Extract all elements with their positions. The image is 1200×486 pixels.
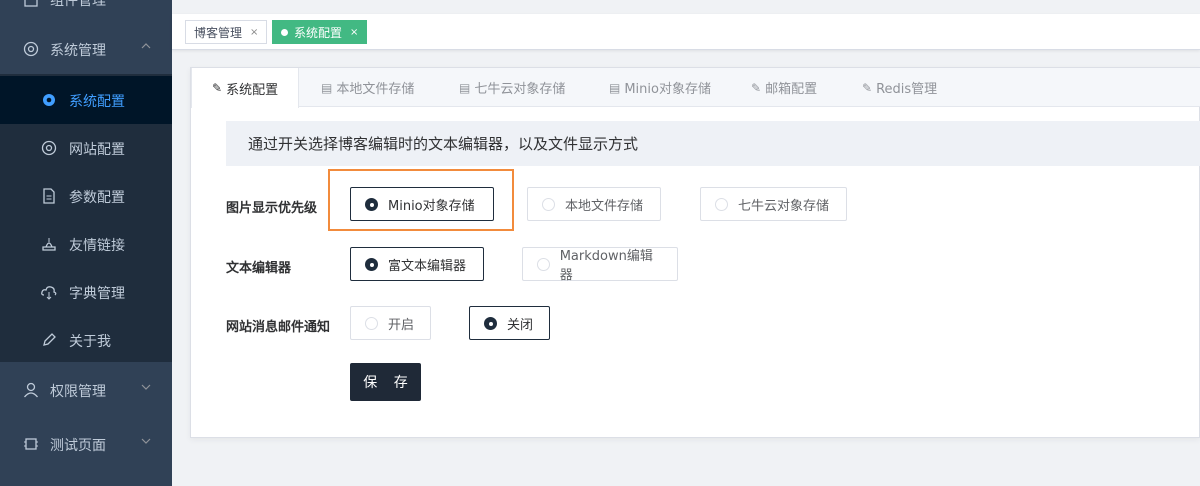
tab-email-config[interactable]: ✎ 邮箱配置 xyxy=(731,68,837,107)
tag-blog-mgmt[interactable]: 博客管理 × xyxy=(185,20,268,44)
gear-icon xyxy=(40,139,58,157)
sidebar-item-label: 网站配置 xyxy=(69,142,125,158)
chevron-down-icon xyxy=(140,435,152,451)
tab-label: 系统配置 xyxy=(226,82,279,98)
form-row-email-notify: 网站消息邮件通知 开启 关闭 xyxy=(226,306,1186,346)
sidebar-item-label: 关于我 xyxy=(69,334,111,350)
radio-unchecked-icon xyxy=(537,257,550,271)
sidebar-item-site-config[interactable]: 网站配置 xyxy=(0,124,172,172)
edit-icon: ✎ xyxy=(212,81,223,95)
chevron-down-icon xyxy=(140,381,152,397)
sidebar-item-component-mgmt[interactable]: 组件管理 xyxy=(0,0,172,14)
document-icon xyxy=(40,187,58,205)
radio-label: 七牛云对象存储 xyxy=(738,198,830,214)
form-label: 网站消息邮件通知 xyxy=(226,320,331,335)
gear-icon xyxy=(40,91,58,109)
sidebar-item-dict-mgmt[interactable]: 字典管理 xyxy=(0,268,172,316)
radio-label: 富文本编辑器 xyxy=(388,258,467,274)
user-icon xyxy=(22,381,40,399)
tab-label: 邮箱配置 xyxy=(765,82,818,97)
close-icon[interactable]: × xyxy=(350,27,358,38)
sidebar-item-label: 测试页面 xyxy=(50,438,106,454)
sidebar-item-permission-mgmt[interactable]: 权限管理 xyxy=(0,364,172,416)
sidebar-item-label: 系统管理 xyxy=(50,43,106,59)
form-row-editor: 文本编辑器 富文本编辑器 Markdown编辑器 xyxy=(226,247,1186,287)
highlight-annotation xyxy=(328,169,514,231)
chip-icon xyxy=(22,435,40,453)
tab-label: 七牛云对象存储 xyxy=(474,82,566,97)
sidebar-item-friend-links[interactable]: 友情链接 xyxy=(0,220,172,268)
sidebar-item-about-me[interactable]: 关于我 xyxy=(0,316,172,364)
config-card: ✎ 系统配置 ▤ 本地文件存储 ▤ 七牛云对象存储 ▤ Minio对象存储 ✎ … xyxy=(190,67,1200,438)
sidebar-item-system-mgmt[interactable]: 系统管理 xyxy=(0,24,172,74)
radio-checked-icon xyxy=(484,316,497,330)
radio-richtext[interactable]: 富文本编辑器 xyxy=(350,247,484,281)
tag-label: 系统配置 xyxy=(294,25,343,40)
radio-unchecked-icon xyxy=(542,197,555,211)
cloud-icon xyxy=(40,283,58,301)
edit-icon: ✎ xyxy=(751,80,762,95)
system-submenu: 系统配置 网站配置 参数配置 友情链接 字典管理 关于我 xyxy=(0,74,172,362)
sidebar-item-label: 参数配置 xyxy=(69,190,125,206)
calendar-icon: ▤ xyxy=(609,80,621,95)
radio-qiniu[interactable]: 七牛云对象存储 xyxy=(700,187,847,221)
tab-label: Redis管理 xyxy=(876,82,938,97)
sidebar-item-label: 权限管理 xyxy=(50,384,106,400)
sidebar: 组件管理 系统管理 系统配置 网站配置 参数配置 友情链接 字典管理 关于我 权… xyxy=(0,0,172,486)
close-icon[interactable]: × xyxy=(250,27,258,38)
form-label: 文本编辑器 xyxy=(226,261,292,276)
info-alert: 通过开关选择博客编辑时的文本编辑器，以及文件显示方式 xyxy=(226,121,1200,166)
gear-icon xyxy=(22,40,40,58)
save-button[interactable]: 保 存 xyxy=(350,363,421,401)
active-dot-icon xyxy=(281,28,288,36)
radio-label: 本地文件存储 xyxy=(565,198,644,214)
radio-checked-icon xyxy=(365,257,378,271)
radio-label: Markdown编辑器 xyxy=(559,249,653,283)
radio-label: 开启 xyxy=(388,317,415,333)
grid-icon xyxy=(22,0,40,9)
edit-icon: ✎ xyxy=(862,80,873,95)
sidebar-item-param-config[interactable]: 参数配置 xyxy=(0,172,172,220)
sidebar-item-system-config[interactable]: 系统配置 xyxy=(0,76,172,124)
form-label: 图片显示优先级 xyxy=(226,201,318,216)
tag-system-config[interactable]: 系统配置 × xyxy=(272,20,368,44)
radio-markdown[interactable]: Markdown编辑器 xyxy=(522,247,678,283)
tab-label: 本地文件存储 xyxy=(336,82,415,97)
sidebar-item-label: 友情链接 xyxy=(69,238,125,254)
calendar-icon: ▤ xyxy=(459,80,471,95)
radio-local[interactable]: 本地文件存储 xyxy=(527,187,661,221)
link-icon xyxy=(40,235,58,253)
radio-email-on[interactable]: 开启 xyxy=(350,306,431,340)
tab-label: Minio对象存储 xyxy=(624,82,711,97)
sidebar-item-test-page[interactable]: 测试页面 xyxy=(0,418,172,470)
tab-system-config[interactable]: ✎ 系统配置 xyxy=(191,68,300,108)
sidebar-item-label: 字典管理 xyxy=(69,286,125,302)
sidebar-item-label: 系统配置 xyxy=(69,94,125,110)
tags-view: 博客管理 × 系统配置 × xyxy=(172,14,1200,50)
tab-local-storage[interactable]: ▤ 本地文件存储 xyxy=(301,68,434,107)
tab-qiniu-storage[interactable]: ▤ 七牛云对象存储 xyxy=(439,68,585,107)
chevron-up-icon xyxy=(140,40,152,56)
tabs-header: ✎ 系统配置 ▤ 本地文件存储 ▤ 七牛云对象存储 ▤ Minio对象存储 ✎ … xyxy=(191,68,1200,108)
tab-redis-mgmt[interactable]: ✎ Redis管理 xyxy=(842,68,957,107)
radio-unchecked-icon xyxy=(715,197,728,211)
radio-unchecked-icon xyxy=(365,316,378,330)
tag-label: 博客管理 xyxy=(194,25,243,40)
edit-icon xyxy=(40,331,58,349)
tab-minio-storage[interactable]: ▤ Minio对象存储 xyxy=(589,68,731,107)
radio-email-off[interactable]: 关闭 xyxy=(469,306,550,340)
radio-label: 关闭 xyxy=(507,317,534,333)
calendar-icon: ▤ xyxy=(321,80,333,95)
sidebar-item-label: 组件管理 xyxy=(50,0,106,9)
